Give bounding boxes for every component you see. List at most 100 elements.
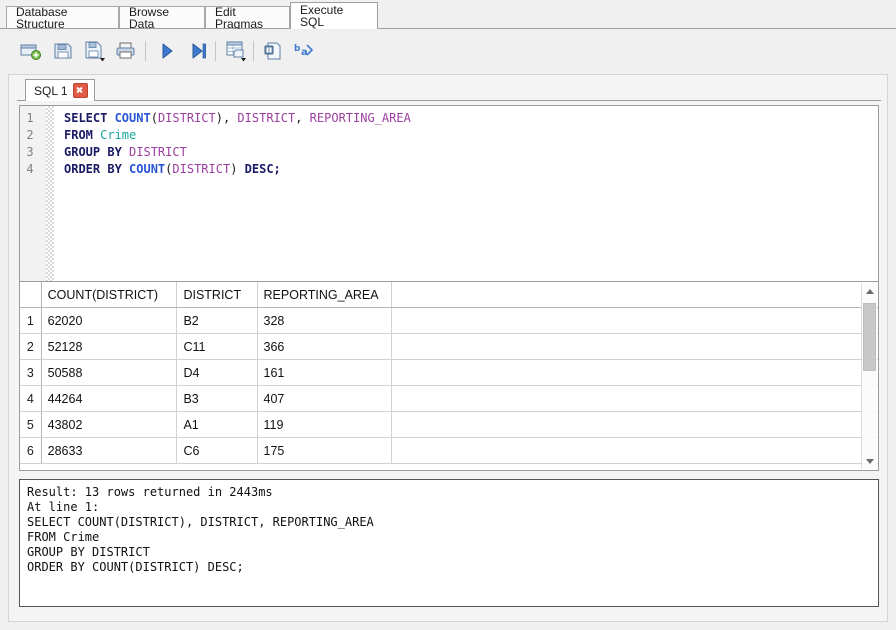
tab-execute-sql[interactable]: Execute SQL	[290, 2, 378, 29]
execution-log-panel[interactable]: Result: 13 rows returned in 2443ms At li…	[19, 479, 879, 607]
line-number: 2	[26, 128, 34, 142]
row-filler	[391, 333, 878, 360]
results-vertical-scrollbar[interactable]	[861, 283, 877, 469]
sql-tab-underline	[17, 100, 881, 101]
row-number[interactable]: 4	[20, 385, 42, 412]
execute-current-line-icon	[192, 43, 206, 59]
toolbar-separator-1	[145, 41, 146, 61]
save-sql-file-button[interactable]	[80, 37, 110, 65]
table-cell[interactable]: C6	[176, 437, 258, 464]
table-cell[interactable]: 44264	[41, 385, 178, 412]
table-cell[interactable]: B2	[176, 307, 258, 334]
row-filler	[391, 385, 878, 412]
table-row[interactable]: 6 28633 C6 175	[20, 437, 878, 464]
code-token: ,	[295, 111, 310, 125]
table-cell[interactable]: 328	[257, 307, 392, 334]
code-line: 3 GROUP BY DISTRICT	[20, 144, 878, 161]
main-tab-bar: Database Structure Browse Data Edit Prag…	[0, 0, 896, 31]
scroll-down-icon[interactable]	[862, 453, 877, 469]
table-cell[interactable]: B3	[176, 385, 258, 412]
code-token: COUNT	[129, 162, 166, 176]
table-cell[interactable]: D4	[176, 359, 258, 386]
table-cell[interactable]: 43802	[41, 411, 178, 438]
sql-code: 1 SELECT COUNT(DISTRICT), DISTRICT, REPOR…	[20, 110, 878, 178]
execute-all-button[interactable]	[152, 37, 182, 65]
save-results-button[interactable]	[222, 37, 252, 65]
dropdown-caret	[241, 58, 246, 62]
tab-browse-data[interactable]: Browse Data	[119, 6, 205, 30]
column-header[interactable]: DISTRICT	[176, 282, 258, 308]
open-new-tab-icon	[20, 44, 41, 60]
open-sql-file-button[interactable]	[48, 37, 78, 65]
row-number[interactable]: 6	[20, 437, 42, 464]
column-header[interactable]: COUNT(DISTRICT)	[41, 282, 178, 308]
header-filler	[391, 282, 878, 308]
code-token: DESC;	[244, 162, 281, 176]
save-sql-file-icon	[85, 41, 105, 62]
table-cell[interactable]: A1	[176, 411, 258, 438]
svg-text:b: b	[294, 44, 301, 54]
table-row[interactable]: 1 62020 B2 328	[20, 307, 878, 334]
row-number[interactable]: 5	[20, 411, 42, 438]
code-text: GROUP BY DISTRICT	[64, 144, 187, 161]
tab-database-structure[interactable]: Database Structure	[6, 6, 119, 30]
table-cell[interactable]: C11	[176, 333, 258, 360]
row-number[interactable]: 1	[20, 307, 42, 334]
table-row[interactable]: 2 52128 C11 366	[20, 333, 878, 360]
table-cell[interactable]: 119	[257, 411, 392, 438]
table-header-row: COUNT(DISTRICT) DISTRICT REPORTING_AREA	[20, 282, 878, 308]
execute-sql-panel: SQL 1 1 SELECT COUNT(DISTRICT), DISTRICT,…	[8, 74, 888, 622]
code-line: 2 FROM Crime	[20, 127, 878, 144]
scroll-up-icon[interactable]	[862, 283, 877, 299]
table-cell[interactable]: 50588	[41, 359, 178, 386]
table-cell[interactable]: 52128	[41, 333, 178, 360]
row-number[interactable]: 2	[20, 333, 42, 360]
execution-log-text: Result: 13 rows returned in 2443ms At li…	[27, 485, 374, 574]
results-grid[interactable]: COUNT(DISTRICT) DISTRICT REPORTING_AREA 1 62…	[19, 281, 879, 471]
print-button[interactable]	[112, 37, 142, 65]
code-token: ORDER BY	[64, 162, 130, 176]
table-cell[interactable]: 366	[257, 333, 392, 360]
row-filler	[391, 437, 878, 464]
tab-label: Edit Pragmas	[215, 4, 264, 31]
table-cell[interactable]: 175	[257, 437, 392, 464]
sql-tab-sql1[interactable]: SQL 1	[25, 79, 95, 101]
execute-current-line-button[interactable]	[184, 37, 214, 65]
tab-label: Execute SQL	[300, 3, 344, 29]
scrollbar-thumb[interactable]	[863, 303, 876, 371]
format-sql-button[interactable]: b a	[290, 37, 320, 65]
code-token: SELECT	[64, 111, 115, 125]
table-row[interactable]: 3 50588 D4 161	[20, 359, 878, 386]
row-filler	[391, 411, 878, 438]
code-line: 1 SELECT COUNT(DISTRICT), DISTRICT, REPOR…	[20, 110, 878, 127]
find-button[interactable]	[258, 37, 288, 65]
code-token: (	[150, 111, 158, 125]
table-cell[interactable]: 62020	[41, 307, 178, 334]
table-cell[interactable]: 161	[257, 359, 392, 386]
table-row[interactable]: 5 43802 A1 119	[20, 411, 878, 438]
row-number[interactable]: 3	[20, 359, 42, 386]
print-icon	[116, 42, 135, 59]
code-text: ORDER BY COUNT(DISTRICT) DESC;	[64, 161, 281, 178]
sql-toolbar: b a	[0, 29, 896, 74]
table-cell[interactable]: 28633	[41, 437, 178, 464]
format-sql-icon: b a	[294, 44, 314, 58]
column-header[interactable]: REPORTING_AREA	[257, 282, 392, 308]
code-token: COUNT	[114, 111, 151, 125]
code-token: REPORTING_AREA	[309, 111, 411, 125]
table-row[interactable]: 4 44264 B3 407	[20, 385, 878, 412]
code-token: DISTRICT	[237, 111, 296, 125]
save-results-icon	[226, 41, 246, 62]
code-token: DISTRICT	[129, 145, 187, 159]
open-new-tab-button[interactable]	[16, 37, 46, 65]
row-filler	[391, 359, 878, 386]
svg-text:a: a	[301, 47, 308, 58]
corner-cell[interactable]	[20, 282, 42, 308]
table-cell[interactable]: 407	[257, 385, 392, 412]
close-icon[interactable]	[72, 83, 88, 98]
tab-edit-pragmas[interactable]: Edit Pragmas	[205, 4, 290, 31]
execute-all-icon	[162, 43, 173, 59]
sql-tab-label: SQL 1	[34, 83, 68, 98]
sql-editor[interactable]: 1 SELECT COUNT(DISTRICT), DISTRICT, REPOR…	[19, 105, 879, 289]
row-filler	[391, 307, 878, 334]
